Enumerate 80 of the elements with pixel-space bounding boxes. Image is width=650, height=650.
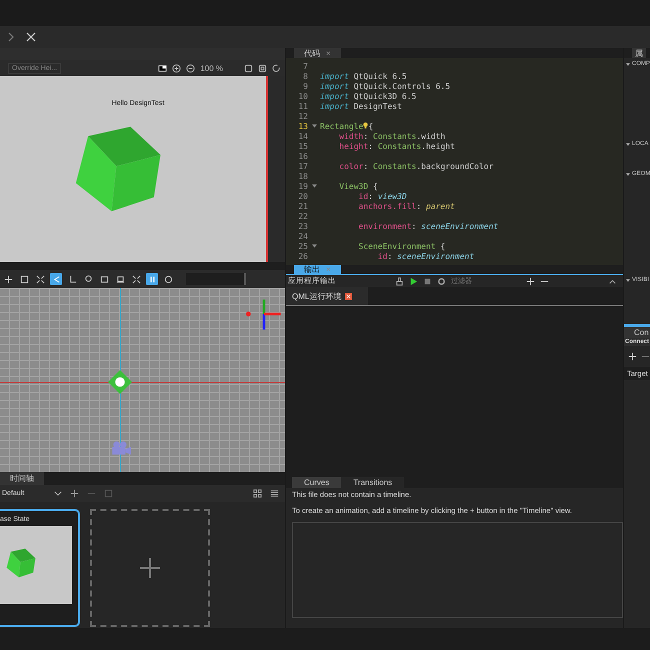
- line-number: 12: [297, 112, 308, 120]
- code-text: SceneEnvironment {: [358, 242, 446, 250]
- line-number: 10: [297, 92, 308, 100]
- light-icon[interactable]: [108, 370, 132, 394]
- line-number: 7: [302, 62, 308, 70]
- stop-icon[interactable]: [423, 276, 432, 286]
- code-text: Rectangle {: [320, 122, 374, 130]
- background-color-field[interactable]: [186, 273, 246, 285]
- collapse-arrow-icon[interactable]: [626, 63, 630, 66]
- line-number: 24: [297, 232, 308, 240]
- zoom-in-icon[interactable]: [172, 64, 182, 72]
- code-text: anchors.fill: parent: [358, 202, 455, 210]
- line-number: 11: [297, 102, 308, 110]
- background-icon[interactable]: [158, 64, 168, 72]
- code-text: View3D {: [338, 182, 378, 190]
- lightbulb-icon[interactable]: [363, 122, 368, 128]
- caret-icon[interactable]: [54, 491, 62, 496]
- share-icon[interactable]: [50, 273, 62, 285]
- output-tab[interactable]: 输出 ×: [294, 265, 341, 274]
- line-number: 14: [297, 132, 308, 140]
- code-text: height: Constants.height: [338, 142, 455, 150]
- zoom-out-icon[interactable]: [186, 64, 196, 72]
- scale-icon[interactable]: [18, 273, 30, 285]
- code-tab[interactable]: 代码 ×: [294, 48, 341, 58]
- refresh-icon[interactable]: [272, 64, 281, 72]
- close-icon[interactable]: [26, 32, 36, 42]
- line-number: 15: [297, 142, 308, 150]
- plus-icon: [140, 558, 160, 578]
- line-number: 8: [302, 72, 308, 80]
- code-text: import QtQuick.Controls 6.5: [320, 82, 450, 90]
- collapse-arrow-icon[interactable]: [626, 279, 630, 282]
- forward-icon[interactable]: [6, 32, 16, 42]
- line-number: 21: [297, 202, 308, 210]
- fold-arrow-icon[interactable]: [312, 244, 316, 248]
- collapse-arrow-icon[interactable]: [626, 173, 630, 176]
- fold-arrow-icon[interactable]: [312, 184, 316, 188]
- line-number: 18: [297, 172, 308, 180]
- close-icon[interactable]: ×: [326, 48, 331, 58]
- properties-tab[interactable]: 属: [632, 48, 646, 58]
- code-text: import QtQuick3D 6.5: [320, 92, 416, 100]
- collapse-arrow-icon[interactable]: [626, 143, 630, 146]
- pause-icon[interactable]: [146, 273, 158, 285]
- code-text: color: Constants.backgroundColor: [338, 162, 494, 170]
- grid-view-icon[interactable]: [253, 489, 262, 498]
- editor-tab[interactable]: Transitions: [341, 477, 404, 488]
- timeline-tab[interactable]: 时间轴: [0, 472, 44, 485]
- clear-icon[interactable]: [395, 276, 404, 286]
- fit-icon[interactable]: [34, 273, 46, 285]
- code-text: environment: sceneEnvironment: [358, 222, 498, 230]
- code-text: id: sceneEnvironment: [376, 252, 474, 260]
- code-text: width: Constants.width: [338, 132, 446, 140]
- fit-icon[interactable]: [244, 64, 253, 72]
- connections-tab[interactable]: Con: [624, 327, 650, 338]
- line-number: 17: [297, 162, 308, 170]
- line-number: 19: [297, 182, 308, 190]
- move-icon[interactable]: [2, 273, 14, 285]
- code-text: import DesignTest: [320, 102, 402, 110]
- fit-icon[interactable]: [130, 273, 142, 285]
- qml-runtime-tab[interactable]: QML运行环境: [286, 287, 368, 305]
- code-text: import QtQuick 6.5: [320, 72, 407, 80]
- add-icon[interactable]: [70, 489, 79, 498]
- code-text: id: view3D: [358, 192, 407, 200]
- list-view-icon[interactable]: [270, 489, 279, 498]
- line-number: 13: [297, 122, 308, 130]
- line-number: 9: [302, 82, 308, 90]
- line-number: 20: [297, 192, 308, 200]
- add-icon[interactable]: [526, 276, 535, 286]
- line-number: 22: [297, 212, 308, 220]
- cube-drawing: [6, 548, 38, 578]
- fold-arrow-icon[interactable]: [312, 124, 316, 128]
- line-number: 26: [297, 252, 308, 260]
- line-number: 25: [297, 242, 308, 250]
- line-number: 16: [297, 152, 308, 160]
- zoom-level[interactable]: 100 %: [200, 64, 223, 72]
- settings-icon[interactable]: [437, 276, 446, 286]
- editor-tab[interactable]: Curves: [292, 477, 342, 488]
- fit-selection-icon[interactable]: [258, 64, 267, 72]
- line-number: 23: [297, 222, 308, 230]
- reset-icon[interactable]: [162, 273, 174, 285]
- add-icon[interactable]: [628, 352, 637, 361]
